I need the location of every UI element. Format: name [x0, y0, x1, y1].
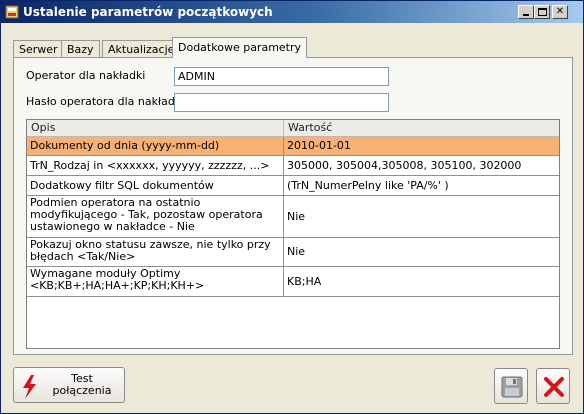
button-bar: Test połączenia	[1, 357, 583, 413]
header-wartosc[interactable]: Wartość	[284, 120, 559, 136]
cell-opis: Podmien operatora na ostatnio modyfikują…	[27, 196, 284, 237]
password-label: Hasło operatora dla nakładki	[26, 95, 185, 108]
cell-wartosc[interactable]: 2010-01-01	[284, 137, 559, 155]
cell-opis: Dodatkowy filtr SQL dokumentów	[27, 176, 284, 195]
operator-input[interactable]: ADMIN	[174, 67, 389, 86]
cell-wartosc[interactable]: 305000, 305004,305008, 305100, 302000	[284, 156, 559, 175]
minimize-icon	[523, 14, 529, 16]
table-row[interactable]: Dokumenty od dnia (yyyy-mm-dd) 2010-01-0…	[27, 137, 559, 156]
grid-header: Opis Wartość	[27, 120, 559, 137]
tab-aktualizacje[interactable]: Aktualizacje	[102, 40, 181, 58]
table-row[interactable]: Wymagane moduły Optimy <KB;KB+;HA;HA+;KP…	[27, 267, 559, 297]
cell-opis: Wymagane moduły Optimy <KB;KB+;HA;HA+;KP…	[27, 267, 284, 296]
test-connection-button[interactable]: Test połączenia	[13, 367, 125, 403]
window-title: Ustalenie parametrów początkowych	[23, 5, 273, 19]
dialog-window: Ustalenie parametrów początkowych ✕ Serw…	[0, 0, 584, 414]
table-row[interactable]: Podmien operatora na ostatnio modyfikują…	[27, 196, 559, 238]
operator-label: Operator dla nakładki	[26, 69, 146, 82]
close-button[interactable]: ✕	[552, 5, 568, 19]
maximize-button[interactable]	[534, 5, 550, 19]
test-button-line2: połączenia	[52, 384, 112, 397]
header-opis[interactable]: Opis	[27, 120, 284, 136]
tab-dodatkowe-parametry[interactable]: Dodatkowe parametry	[172, 37, 308, 58]
tab-bazy[interactable]: Bazy	[61, 40, 100, 58]
save-button[interactable]	[494, 368, 528, 404]
table-row[interactable]: TrN_Rodzaj in <xxxxxx, yyyyyy, zzzzzz, .…	[27, 156, 559, 176]
title-bar[interactable]: Ustalenie parametrów początkowych ✕	[1, 1, 583, 23]
cell-wartosc[interactable]: Nie	[284, 196, 559, 237]
cell-wartosc[interactable]: Nie	[284, 238, 559, 266]
red-x-icon	[544, 377, 564, 397]
tab-label: Dodatkowe parametry	[178, 41, 302, 54]
parameters-grid[interactable]: Opis Wartość Dokumenty od dnia (yyyy-mm-…	[26, 119, 560, 349]
cell-opis: Pokazuj okno statusu zawsze, nie tylko p…	[27, 238, 284, 266]
tab-label: Bazy	[67, 43, 94, 56]
floppy-disk-icon	[501, 376, 523, 398]
maximize-icon	[538, 8, 547, 16]
close-icon: ✕	[555, 6, 565, 17]
tab-serwer[interactable]: Serwer	[13, 40, 64, 58]
tab-panel: Operator dla nakładki ADMIN Hasło operat…	[13, 57, 573, 355]
cell-wartosc[interactable]: (TrN_NumerPelny like 'PA/%' )	[284, 176, 559, 195]
cell-opis: TrN_Rodzaj in <xxxxxx, yyyyyy, zzzzzz, .…	[27, 156, 284, 175]
cancel-button[interactable]	[536, 368, 570, 404]
password-input[interactable]	[174, 93, 389, 112]
table-row[interactable]: Dodatkowy filtr SQL dokumentów (TrN_Nume…	[27, 176, 559, 196]
table-row[interactable]: Pokazuj okno statusu zawsze, nie tylko p…	[27, 238, 559, 267]
lightning-icon	[23, 375, 36, 399]
tab-label: Serwer	[19, 43, 58, 56]
cell-opis: Dokumenty od dnia (yyyy-mm-dd)	[27, 137, 284, 155]
app-icon	[5, 5, 19, 19]
tab-label: Aktualizacje	[108, 43, 175, 56]
minimize-button[interactable]	[518, 5, 534, 19]
cell-wartosc[interactable]: KB;HA	[284, 267, 559, 296]
